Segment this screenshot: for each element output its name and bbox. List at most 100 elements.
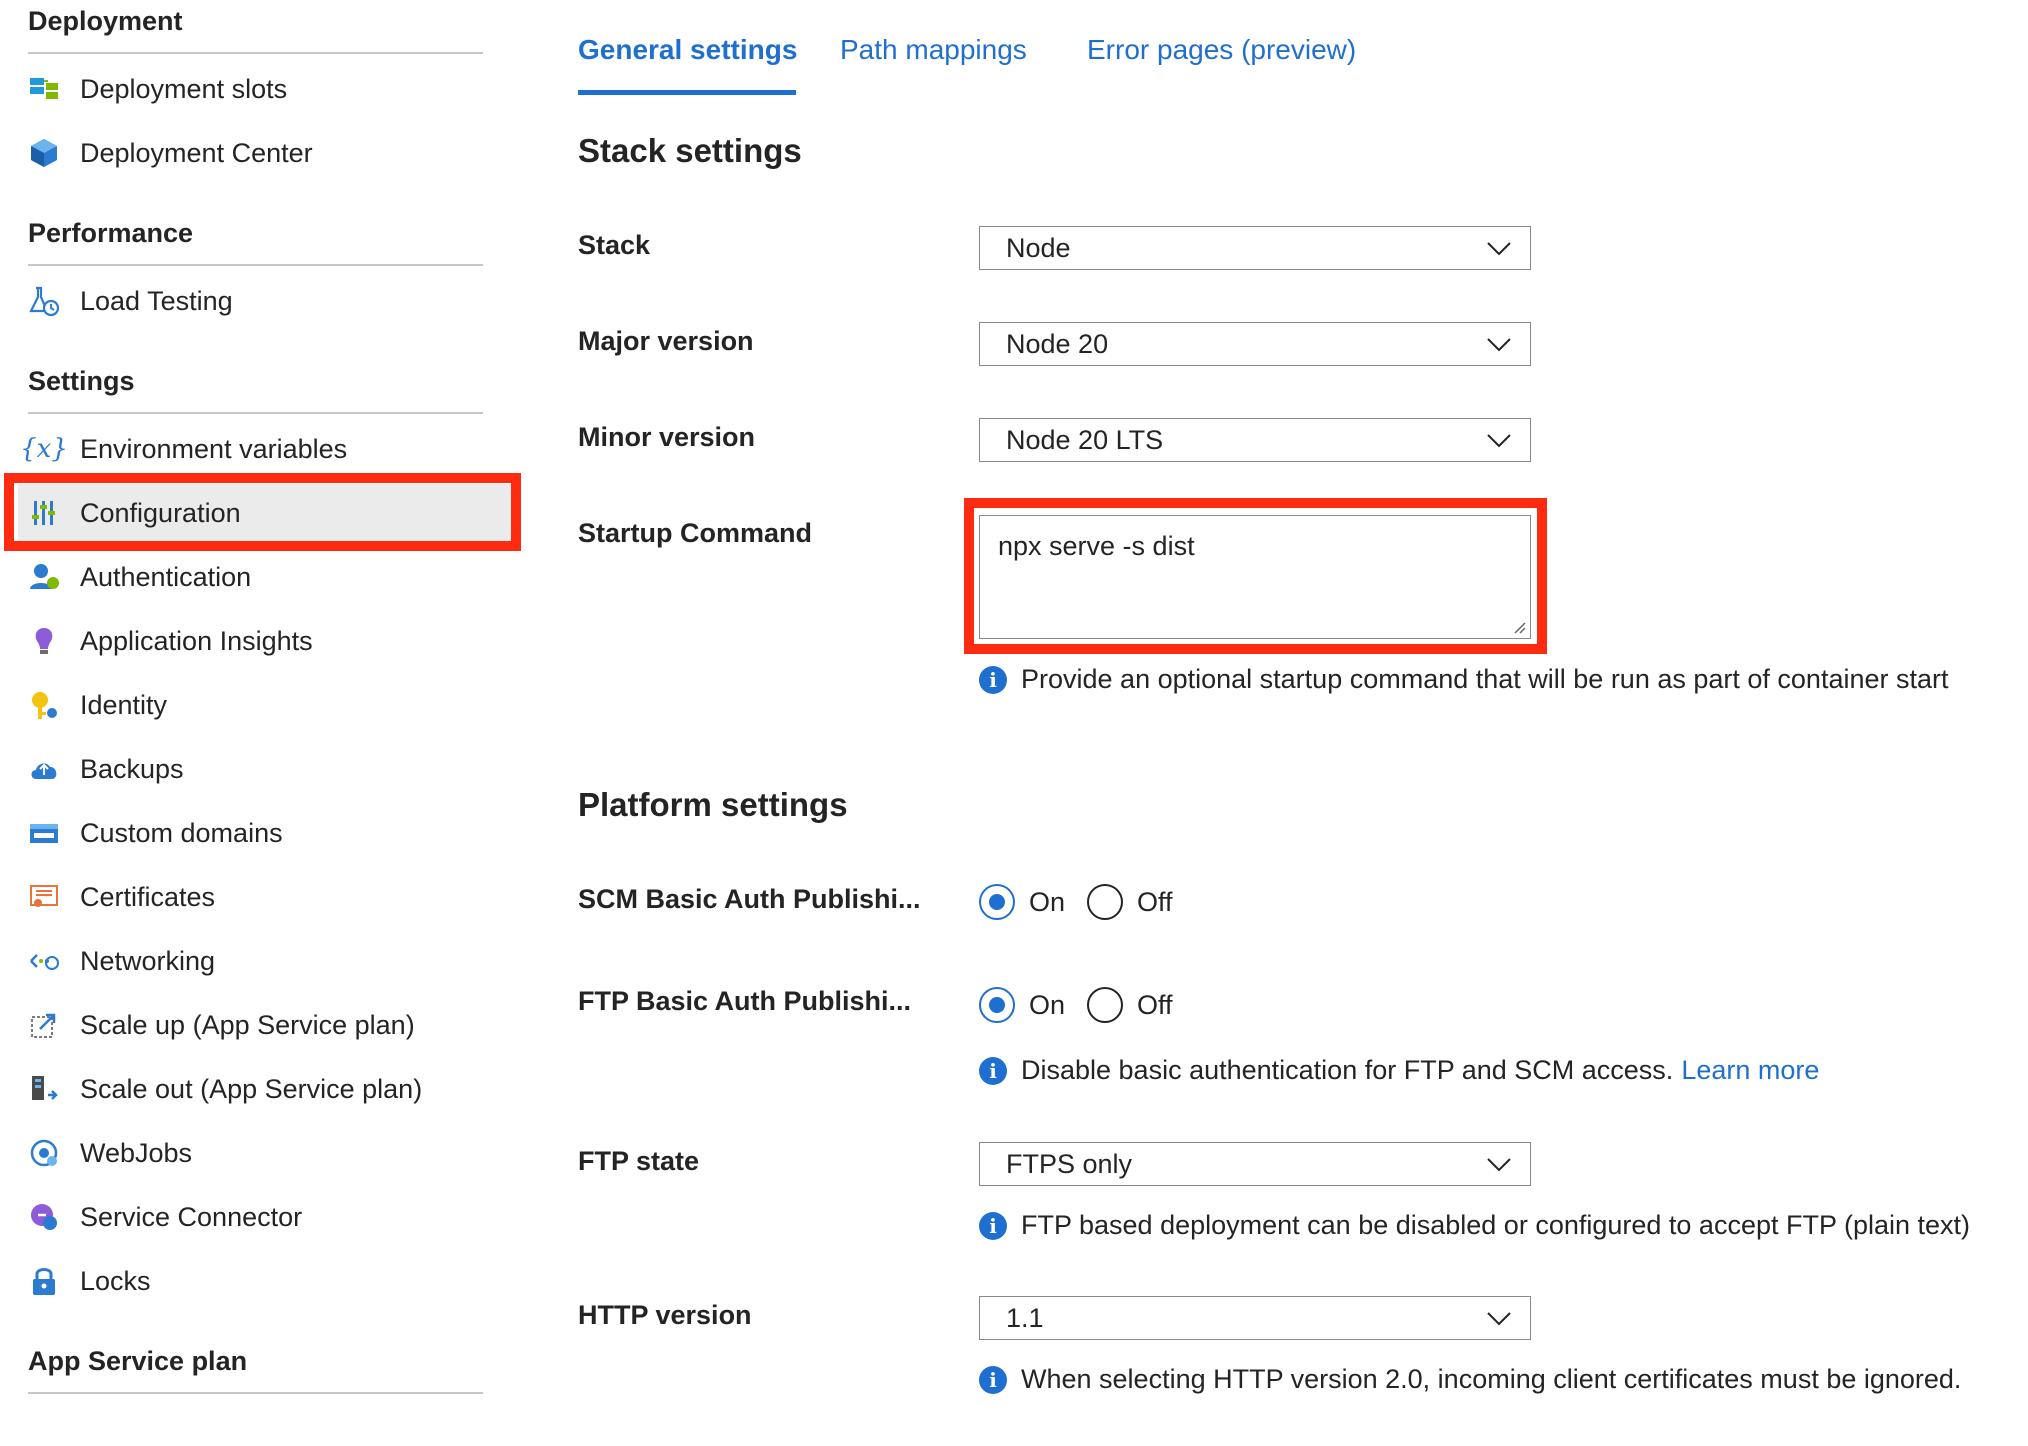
learn-more-link[interactable]: Learn more [1681, 1055, 1819, 1086]
scm-basic-auth-radio-group: On Off [979, 884, 1195, 920]
section-header-settings: Settings [28, 366, 135, 396]
sidebar-item-label: Networking [80, 945, 216, 976]
sidebar-item-identity[interactable]: Identity [18, 676, 513, 734]
sidebar-item-label: Authentication [80, 561, 252, 592]
chevron-down-icon [1487, 1312, 1511, 1326]
startup-command-info: i Provide an optional startup command th… [979, 664, 1949, 695]
startup-command-label: Startup Command [578, 518, 813, 548]
ftp-basic-auth-radio-group: On Off [979, 987, 1195, 1023]
platform-settings-heading: Platform settings [578, 786, 848, 823]
sidebar-item-scale-out[interactable]: Scale out (App Service plan) [18, 1060, 513, 1118]
sidebar-item-service-connector[interactable]: Service Connector [18, 1188, 513, 1246]
scale-out-icon [26, 1071, 62, 1107]
sidebar-item-label: Backups [80, 753, 184, 784]
authentication-icon [26, 559, 62, 595]
sidebar-item-label: Identity [80, 689, 168, 720]
section-header-deployment: Deployment [28, 6, 183, 36]
sidebar-item-load-testing[interactable]: Load Testing [18, 272, 513, 330]
http-version-label: HTTP version [578, 1300, 752, 1330]
info-text: Disable basic authentication for FTP and… [1021, 1055, 1674, 1085]
info-icon: i [979, 1211, 1007, 1240]
ftp-basic-auth-off-radio[interactable] [1087, 987, 1124, 1023]
sidebar-item-label: Custom domains [80, 817, 283, 848]
sidebar-item-deployment-center[interactable]: Deployment Center [18, 124, 513, 182]
section-header-performance: Performance [28, 218, 194, 248]
sidebar-item-deployment-slots[interactable]: Deployment slots [18, 60, 513, 118]
tab-general-settings[interactable]: General settings [578, 34, 797, 66]
highlight-box-configuration [4, 473, 521, 551]
sidebar-item-certificates[interactable]: Certificates [18, 868, 513, 926]
ftp-state-dropdown[interactable]: FTPS only [979, 1142, 1531, 1186]
radio-label-on: On [1029, 989, 1066, 1020]
chevron-down-icon [1487, 1158, 1511, 1172]
sidebar-item-application-insights[interactable]: Application Insights [18, 612, 513, 670]
webjobs-icon [26, 1135, 62, 1171]
backups-icon [26, 751, 62, 787]
sidebar-item-webjobs[interactable]: WebJobs [18, 1124, 513, 1182]
environment-variables-icon: {x} [20, 434, 68, 464]
deployment-center-icon [26, 135, 62, 171]
tab-path-mappings[interactable]: Path mappings [840, 34, 1027, 66]
divider [28, 264, 483, 266]
scm-basic-auth-label: SCM Basic Auth Publishi... [578, 884, 921, 914]
info-text: FTP based deployment can be disabled or … [1021, 1210, 1971, 1240]
minor-version-label: Minor version [578, 422, 756, 452]
ftp-basic-auth-on-radio[interactable] [979, 987, 1015, 1023]
ftp-state-info: i FTP based deployment can be disabled o… [979, 1210, 1970, 1241]
load-testing-icon [26, 283, 62, 319]
application-insights-icon [26, 623, 62, 659]
divider [28, 1392, 483, 1394]
info-text: When selecting HTTP version 2.0, incomin… [1021, 1364, 1962, 1394]
radio-label-off: Off [1137, 886, 1173, 917]
minor-version-dropdown[interactable]: Node 20 LTS [979, 418, 1531, 462]
sidebar-item-environment-variables[interactable]: {x} Environment variables [18, 420, 513, 478]
scm-basic-auth-on-radio[interactable] [979, 884, 1015, 920]
sidebar-item-label: Locks [80, 1265, 151, 1296]
ftp-basic-auth-label: FTP Basic Auth Publishi... [578, 986, 912, 1016]
divider [28, 52, 483, 54]
certificates-icon [26, 879, 62, 915]
sidebar-item-label: Deployment Center [80, 137, 313, 168]
ftp-state-label: FTP state [578, 1146, 700, 1176]
tab-error-pages[interactable]: Error pages (preview) [1087, 34, 1356, 66]
stack-value: Node [1006, 232, 1071, 263]
sidebar-item-scale-up[interactable]: Scale up (App Service plan) [18, 996, 513, 1054]
major-version-dropdown[interactable]: Node 20 [979, 322, 1531, 366]
highlight-box-startup-command [964, 498, 1547, 654]
sidebar-item-label: WebJobs [80, 1137, 193, 1168]
divider [28, 412, 483, 414]
scale-up-icon [26, 1007, 62, 1043]
http-version-dropdown[interactable]: 1.1 [979, 1296, 1531, 1340]
basic-auth-info: i Disable basic authentication for FTP a… [979, 1055, 1819, 1086]
chevron-down-icon [1487, 338, 1511, 352]
info-icon: i [979, 1365, 1007, 1394]
radio-label-off: Off [1137, 989, 1173, 1020]
stack-label: Stack [578, 230, 651, 260]
stack-dropdown[interactable]: Node [979, 226, 1531, 270]
stack-settings-heading: Stack settings [578, 132, 802, 169]
sidebar-item-label: Service Connector [80, 1201, 303, 1232]
sidebar-item-label: Deployment slots [80, 73, 288, 104]
info-icon: i [979, 665, 1007, 694]
sidebar-item-label: Certificates [80, 881, 216, 912]
sidebar-item-label: Environment variables [80, 433, 348, 464]
sidebar-item-authentication[interactable]: Authentication [18, 548, 513, 606]
sidebar-item-networking[interactable]: Networking [18, 932, 513, 990]
chevron-down-icon [1487, 242, 1511, 256]
major-version-label: Major version [578, 326, 754, 356]
deployment-slots-icon [26, 71, 62, 107]
info-icon: i [979, 1056, 1007, 1085]
active-tab-indicator [578, 90, 796, 95]
chevron-down-icon [1487, 434, 1511, 448]
sidebar-item-backups[interactable]: Backups [18, 740, 513, 798]
sidebar-item-custom-domains[interactable]: Custom domains [18, 804, 513, 862]
http-version-value: 1.1 [1006, 1302, 1044, 1333]
scm-basic-auth-off-radio[interactable] [1087, 884, 1124, 920]
minor-version-value: Node 20 LTS [1006, 424, 1164, 455]
service-connector-icon [26, 1199, 62, 1235]
radio-label-on: On [1029, 886, 1066, 917]
lock-icon [26, 1263, 62, 1299]
sidebar-item-locks[interactable]: Locks [18, 1252, 513, 1310]
sidebar-item-label: Scale out (App Service plan) [80, 1073, 423, 1104]
info-text: Provide an optional startup command that… [1021, 664, 1949, 694]
